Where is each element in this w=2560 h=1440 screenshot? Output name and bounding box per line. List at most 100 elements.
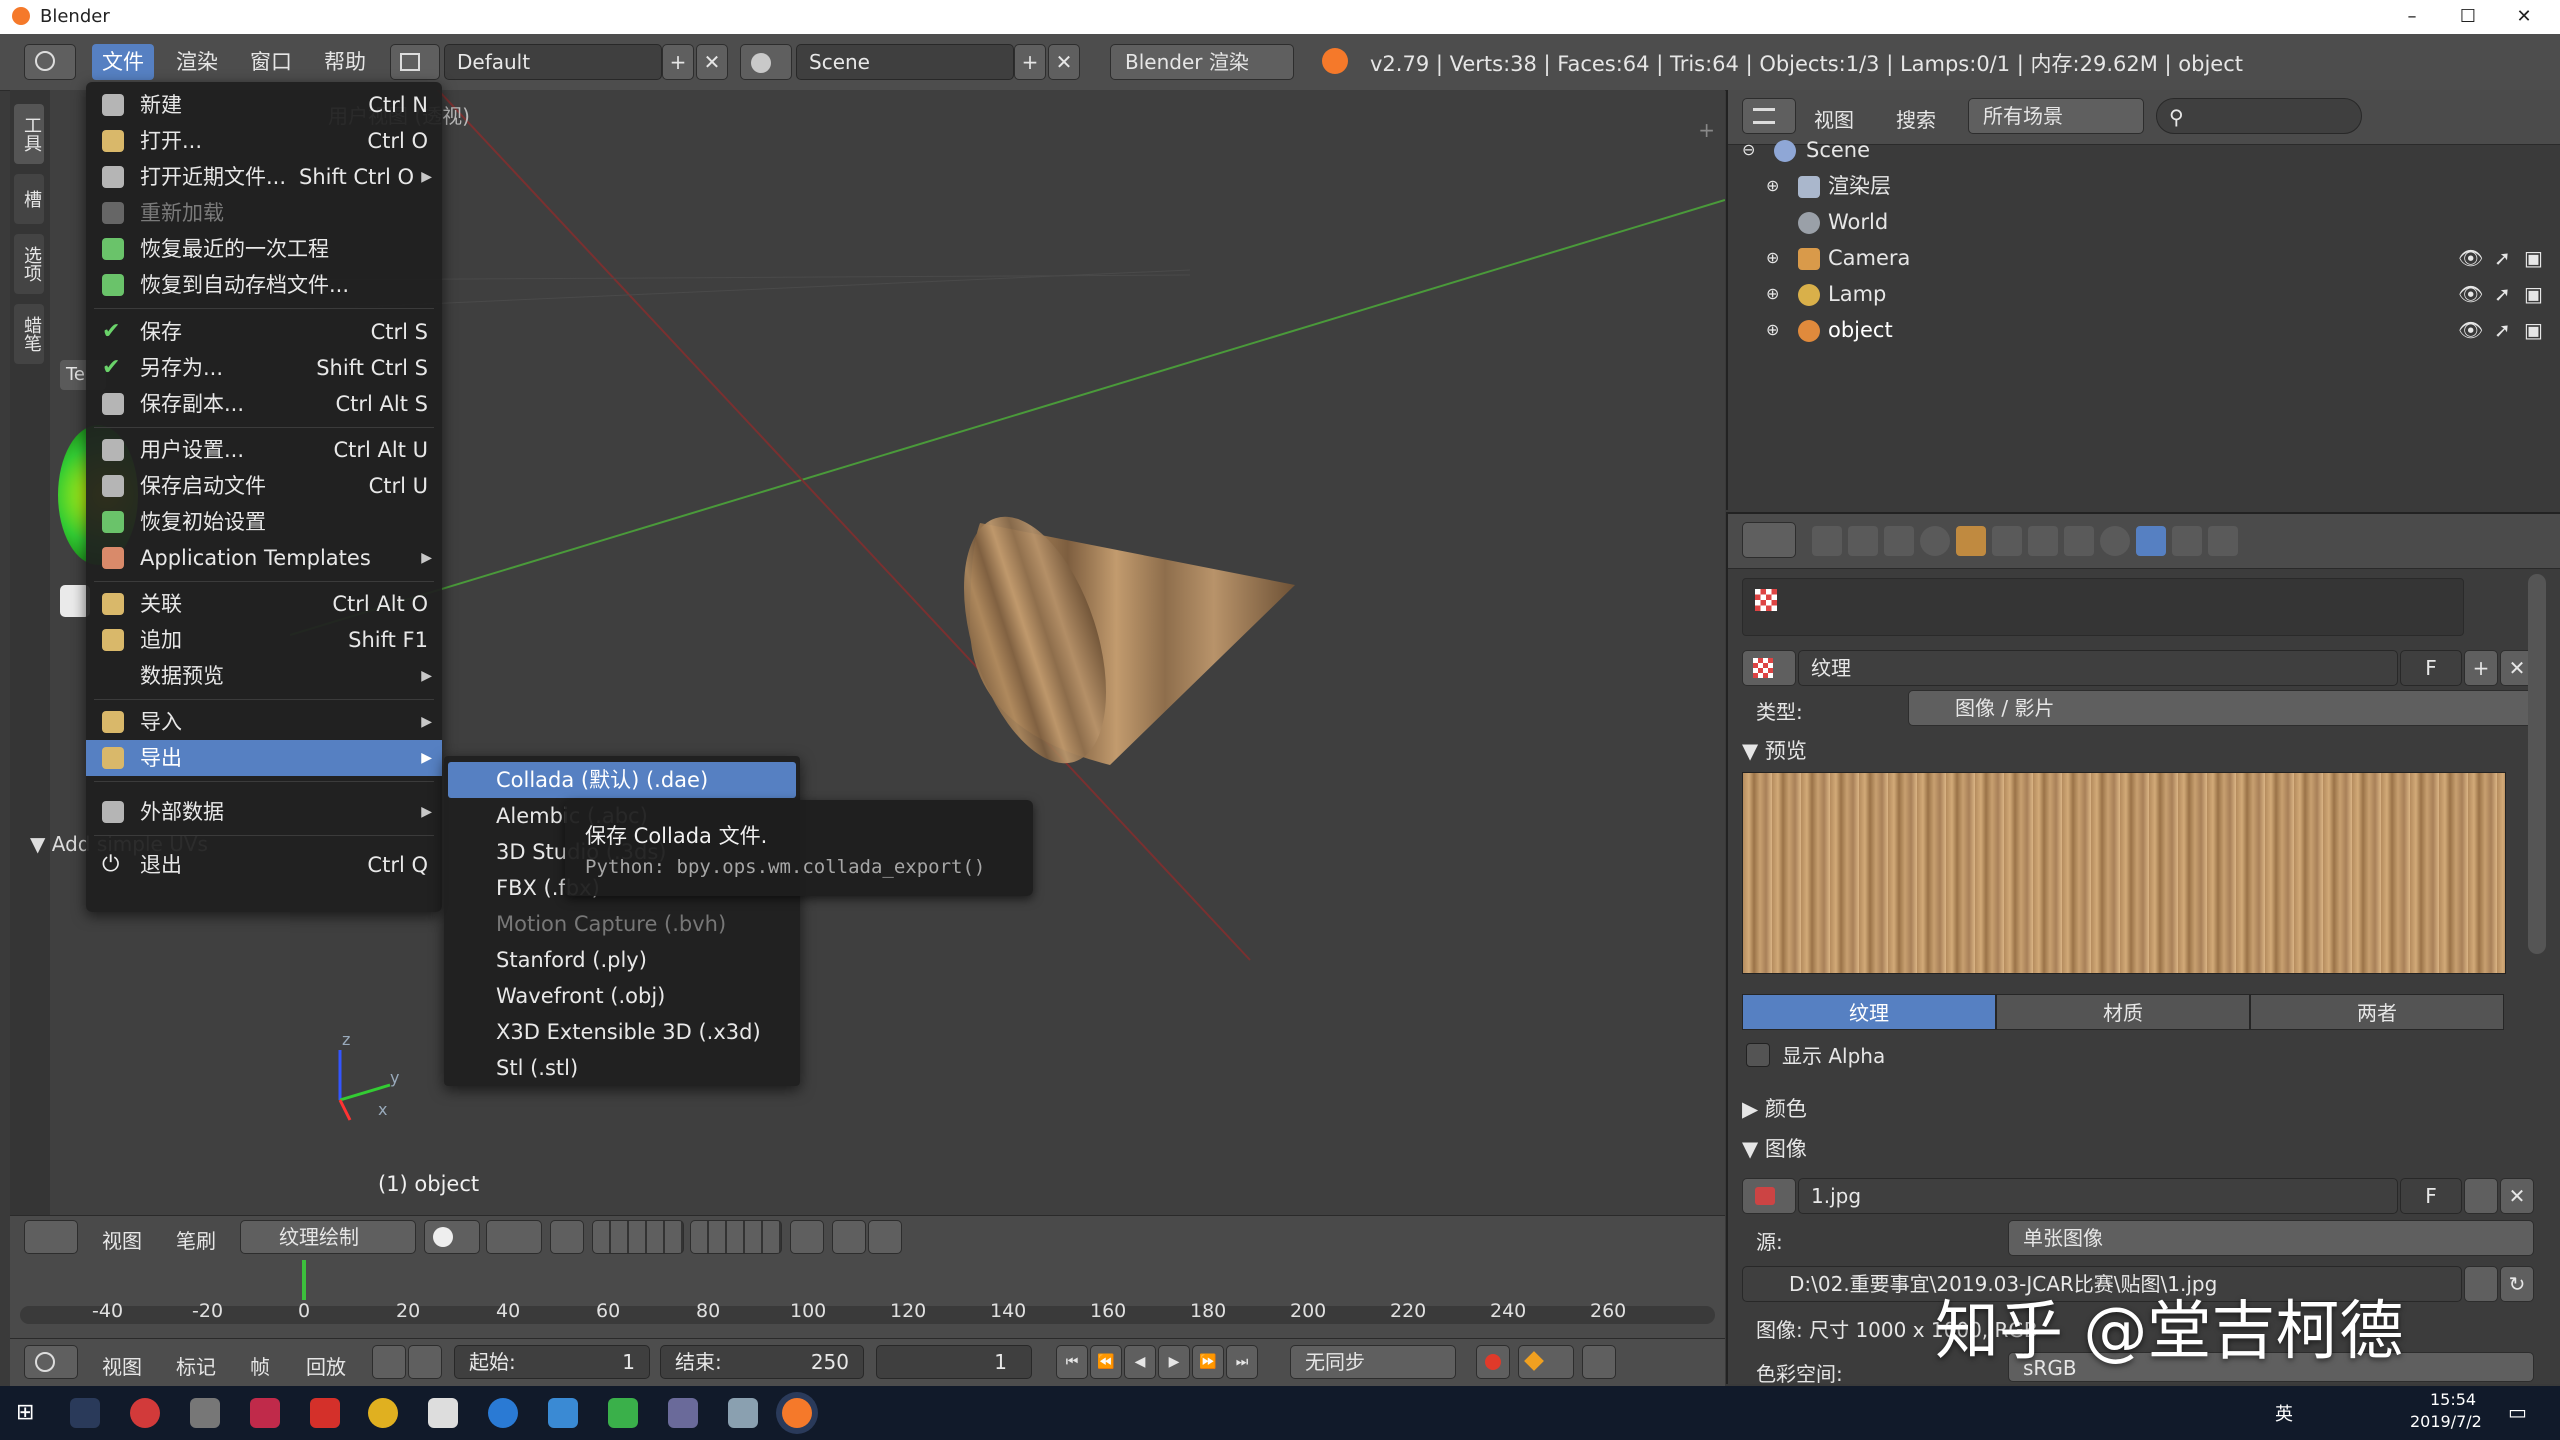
app-taskbar-icon[interactable] [130, 1398, 160, 1428]
remove-layout-button[interactable]: ✕ [696, 44, 728, 80]
menu-file[interactable]: 文件 [92, 44, 154, 80]
opengl-render-anim-button[interactable] [868, 1220, 902, 1254]
expand-icon[interactable]: ⊕ [1766, 240, 1779, 276]
timeline-frame-menu[interactable]: 帧 [250, 1351, 270, 1380]
edge-icon[interactable] [488, 1398, 518, 1428]
particles-tab-icon[interactable] [2172, 526, 2202, 556]
layout-name-field[interactable]: Default [444, 44, 662, 80]
mask-toggle-button[interactable] [550, 1220, 584, 1254]
image-source-select[interactable]: 单张图像 [2008, 1220, 2534, 1256]
menu-item-app-templates[interactable]: Application Templates ▶ [86, 540, 442, 576]
menu-item-export[interactable]: 导出 ▶ [86, 740, 442, 776]
menu-item-import[interactable]: 导入 ▶ [86, 704, 442, 740]
menu-item-recover-last[interactable]: 恢复最近的一次工程 [86, 231, 442, 267]
prev-keyframe-icon[interactable]: ⏪ [1090, 1345, 1122, 1379]
menu-item-open-recent[interactable]: 打开近期文件... Shift Ctrl O ▶ [86, 159, 442, 195]
tab-tools[interactable]: 工具 [14, 104, 44, 164]
tab-grease-pencil[interactable]: 蜡笔 [14, 304, 44, 364]
chrome-icon[interactable] [368, 1398, 398, 1428]
export-obj[interactable]: Wavefront (.obj) [444, 978, 800, 1014]
menu-item-revert[interactable]: 重新加载 [86, 195, 442, 231]
view3d-view-menu[interactable]: 视图 [102, 1225, 142, 1254]
menu-item-open[interactable]: 打开... Ctrl O [86, 123, 442, 159]
render-tab-icon[interactable] [1812, 526, 1842, 556]
scene-name-field[interactable]: Scene [796, 44, 1014, 80]
notification-icon[interactable]: ▭ [2508, 1400, 2527, 1424]
properties-editor-type-button[interactable] [1742, 522, 1796, 558]
render-engine-select[interactable]: Blender 渲染 [1110, 44, 1294, 80]
play-reverse-icon[interactable]: ◀ [1124, 1345, 1156, 1379]
render-layer-tab-icon[interactable] [1848, 526, 1878, 556]
timeline-editor-type-button[interactable] [24, 1345, 78, 1379]
windows-start-icon[interactable]: ⊞ [16, 1400, 34, 1425]
opengl-render-image-button[interactable] [832, 1220, 866, 1254]
app-taskbar-icon[interactable] [608, 1398, 638, 1428]
interaction-mode-select[interactable]: 纹理绘制 [240, 1220, 416, 1254]
menu-item-save[interactable]: ✔ 保存 Ctrl S [86, 314, 442, 350]
object-tab-icon[interactable] [1956, 526, 1986, 556]
unlink-image-button[interactable]: ✕ [2500, 1178, 2534, 1214]
viewport-expand-icon[interactable]: + [1698, 118, 1715, 142]
current-frame-field[interactable]: 1 [876, 1345, 1032, 1379]
app-taskbar-icon[interactable] [310, 1398, 340, 1428]
outliner-search-input[interactable]: ⚲ [2156, 98, 2362, 134]
app-taskbar-icon[interactable] [668, 1398, 698, 1428]
render-camera-icon[interactable]: ▣ [2524, 246, 2543, 270]
menu-item-save-startup[interactable]: 保存启动文件 Ctrl U [86, 468, 442, 504]
task-view-icon[interactable] [70, 1398, 100, 1428]
timeline-view-menu[interactable]: 视图 [102, 1351, 142, 1380]
export-bvh[interactable]: Motion Capture (.bvh) [444, 906, 800, 942]
texture-fake-user-toggle[interactable]: F [2400, 650, 2462, 686]
texture-slot-list[interactable] [1742, 578, 2464, 636]
outliner-row-scene[interactable]: ⊖ Scene [1728, 132, 2428, 168]
layer-buttons-1[interactable] [592, 1220, 684, 1254]
image-section-header[interactable]: ▼ 图像 [1742, 1132, 2532, 1166]
tray-lang[interactable]: 英 [2275, 1400, 2293, 1426]
add-layout-button[interactable]: + [662, 44, 694, 80]
layer-buttons-2[interactable] [690, 1220, 782, 1254]
menu-item-quit[interactable]: ⏻ 退出 Ctrl Q [86, 847, 442, 883]
new-texture-button[interactable]: + [2464, 650, 2498, 686]
add-scene-button[interactable]: + [1014, 44, 1046, 80]
end-frame-field[interactable]: 结束: 250 [660, 1345, 864, 1379]
outliner-row-camera[interactable]: ⊕ Camera [1728, 240, 2428, 276]
editor-type-info-button[interactable] [24, 44, 76, 80]
expand-icon[interactable]: ⊕ [1766, 168, 1779, 204]
reload-image-button[interactable]: ↻ [2500, 1266, 2534, 1302]
maximize-button[interactable]: ☐ [2440, 0, 2496, 34]
texture-type-select[interactable]: 图像 / 影片 [1908, 690, 2534, 726]
preview-range-toggle[interactable] [372, 1345, 406, 1379]
minimize-button[interactable]: – [2384, 0, 2440, 34]
app-taskbar-icon[interactable] [728, 1398, 758, 1428]
start-frame-field[interactable]: 起始: 1 [454, 1345, 650, 1379]
view3d-brush-menu[interactable]: 笔刷 [176, 1225, 216, 1254]
menu-item-append[interactable]: 追加 Shift F1 [86, 622, 442, 658]
next-keyframe-icon[interactable]: ⏩ [1192, 1345, 1224, 1379]
jump-start-icon[interactable]: ⏮ [1056, 1345, 1088, 1379]
keying-set-button[interactable] [1518, 1345, 1574, 1379]
scene-tab-icon[interactable] [1884, 526, 1914, 556]
screen-layout-button[interactable] [390, 44, 440, 80]
outliner-search-menu[interactable]: 搜索 [1896, 104, 1936, 133]
view3d-editor-type-button[interactable] [24, 1220, 78, 1254]
tab-slots[interactable]: 槽 [14, 174, 44, 224]
timeline-playback-menu[interactable]: 回放 [306, 1351, 346, 1380]
show-alpha-row[interactable]: 显示 Alpha [1746, 1040, 1885, 1069]
export-x3d[interactable]: X3D Extensible 3D (.x3d) [444, 1014, 800, 1050]
outliner-editor-type-button[interactable] [1742, 98, 1796, 134]
image-fake-user-toggle[interactable]: F [2400, 1178, 2462, 1214]
outliner-view-menu[interactable]: 视图 [1814, 104, 1854, 133]
modifiers-wrench-icon[interactable] [2028, 526, 2058, 556]
texture-browse-button[interactable] [1742, 650, 1796, 686]
app-taskbar-icon[interactable] [548, 1398, 578, 1428]
remove-scene-button[interactable]: ✕ [1048, 44, 1080, 80]
visibility-eye-icon[interactable]: 👁 [2458, 318, 2483, 342]
menu-item-factory-settings[interactable]: 恢复初始设置 [86, 504, 442, 540]
preview-tab-both[interactable]: 两者 [2250, 994, 2504, 1030]
menu-item-external-data[interactable]: 外部数据 ▶ [86, 794, 442, 830]
select-cursor-icon[interactable]: ➚ [2494, 282, 2511, 306]
preview-tab-texture[interactable]: 纹理 [1742, 994, 1996, 1030]
expand-icon[interactable]: ⊕ [1766, 312, 1779, 348]
render-camera-icon[interactable]: ▣ [2524, 282, 2543, 306]
scene-selector-button[interactable] [740, 44, 792, 80]
